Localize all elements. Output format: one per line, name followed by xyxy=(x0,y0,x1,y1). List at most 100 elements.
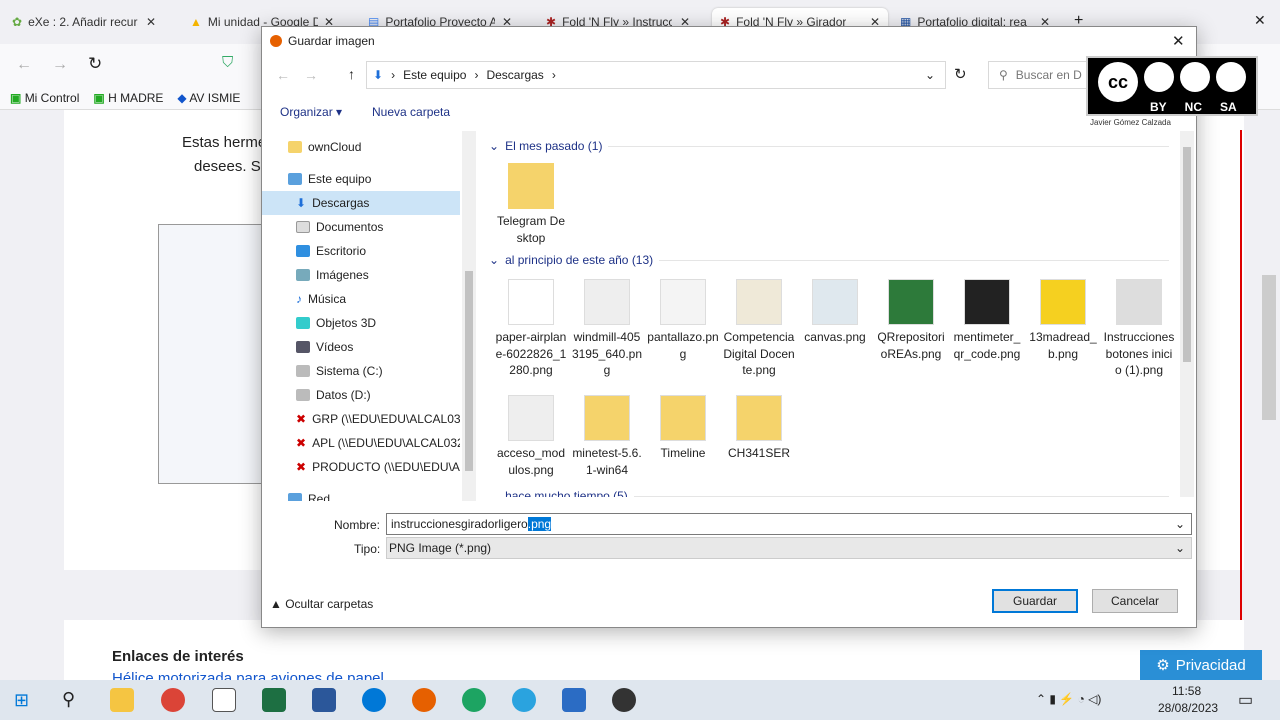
group-header[interactable]: ⌄ hace mucho tiempo (5) xyxy=(489,489,1169,497)
file-item[interactable]: Competencia Digital Docente.png xyxy=(723,279,795,379)
sidebar-item-owncloud[interactable]: ownCloud xyxy=(262,135,460,159)
firefox-icon[interactable] xyxy=(412,688,436,712)
window-close-button[interactable]: ✕ xyxy=(1254,12,1266,29)
sidebar-item-producto[interactable]: ✖PRODUCTO (\\EDU\EDU\ALCAL032) xyxy=(262,455,460,479)
page-text: desees. S xyxy=(194,158,261,175)
file-name: pantallazo.png xyxy=(647,330,719,361)
notifications-icon[interactable]: ▭ xyxy=(1238,690,1253,710)
file-item[interactable]: mentimeter_qr_code.png xyxy=(951,279,1023,362)
page-scrollbar[interactable] xyxy=(1262,275,1276,420)
sidebar-label: Imágenes xyxy=(316,268,369,282)
reload-icon[interactable]: ↻ xyxy=(88,54,102,74)
sidebar-item-imagenes[interactable]: Imágenes xyxy=(262,263,460,287)
file-item[interactable]: Timeline xyxy=(647,395,719,462)
sidebar-item-sistema-c[interactable]: Sistema (C:) xyxy=(262,359,460,383)
bookmark[interactable]: ◆ AV ISMIE xyxy=(177,91,240,105)
notepad-icon[interactable] xyxy=(212,688,236,712)
file-item[interactable]: Instrucciones botones inicio (1).png xyxy=(1103,279,1175,379)
chevron-down-icon[interactable]: ⌄ xyxy=(925,68,935,82)
tab[interactable]: ✿eXe : 2. Añadir recursos✕ xyxy=(4,8,164,36)
filename-input[interactable]: instruccionesgiradorligero .png ⌄ xyxy=(386,513,1192,535)
windows-start-icon[interactable]: ⊞ xyxy=(14,690,29,711)
address-bar[interactable]: ⬇ › Este equipo › Descargas › ⌄ xyxy=(366,61,946,89)
sidebar-item-escritorio[interactable]: Escritorio xyxy=(262,239,460,263)
hide-folders-label: Ocultar carpetas xyxy=(285,597,374,611)
clock-time[interactable]: 11:58 xyxy=(1172,684,1201,698)
image-thumbnail xyxy=(508,279,554,325)
organize-button[interactable]: Organizar ▾ xyxy=(280,105,342,119)
sidebar-item-apl[interactable]: ✖ APL (\\EDU\EDU\ALCAL032) xyxy=(262,431,460,455)
file-item[interactable]: Telegram Desktop xyxy=(495,163,567,246)
folder-icon xyxy=(584,395,630,441)
download-icon: ⬇ xyxy=(373,68,384,82)
privacy-button[interactable]: ⚙ Privacidad xyxy=(1140,650,1262,680)
clock-date[interactable]: 28/08/2023 xyxy=(1158,701,1218,715)
organize-label: Organizar xyxy=(280,105,333,119)
refresh-icon[interactable]: ↻ xyxy=(954,65,967,83)
file-item[interactable]: acceso_modulos.png xyxy=(495,395,567,478)
chevron-down-icon[interactable]: ⌄ xyxy=(1175,517,1185,531)
bookmark[interactable]: ▣ Mi Control xyxy=(10,91,79,105)
sidebar-item-documentos[interactable]: Documentos xyxy=(262,215,460,239)
telegram-icon[interactable] xyxy=(512,688,536,712)
up-icon[interactable]: ↑ xyxy=(348,66,355,82)
sidebar-item-musica[interactable]: ♪ Música xyxy=(262,287,460,311)
app-icon[interactable] xyxy=(612,688,636,712)
back-icon[interactable]: ← xyxy=(276,67,290,83)
hide-folders-button[interactable]: ▲ Ocultar carpetas xyxy=(270,597,373,611)
dialog-close-button[interactable]: ✕ xyxy=(1172,32,1185,50)
nav-pane-scrollbar[interactable] xyxy=(462,131,476,501)
links-heading: Enlaces de interés xyxy=(112,648,244,665)
back-icon[interactable]: ← xyxy=(16,56,32,74)
chrome-icon[interactable] xyxy=(462,688,486,712)
sidebar-item-red[interactable]: Red xyxy=(262,487,460,501)
forward-icon[interactable]: → xyxy=(304,67,318,83)
sa-label: SA xyxy=(1220,100,1237,114)
tray-icons[interactable]: ⌃ ▮ ⚡ ◔ ◁) xyxy=(1036,692,1101,706)
bookmark[interactable]: ▣ H MADRE xyxy=(93,91,163,105)
cancel-button[interactable]: Cancelar xyxy=(1092,589,1178,613)
file-item[interactable]: canvas.png xyxy=(799,279,871,346)
sidebar-label: Descargas xyxy=(312,196,370,210)
save-button[interactable]: Guardar xyxy=(992,589,1078,613)
group-header[interactable]: ⌄ al principio de este año (13) xyxy=(489,253,1169,267)
sidebar-label: Objetos 3D xyxy=(316,316,377,330)
filename-base: instruccionesgiradorligero xyxy=(391,517,528,531)
type-select[interactable]: PNG Image (*.png) ⌄ xyxy=(386,537,1192,559)
close-icon[interactable]: ✕ xyxy=(146,15,156,29)
excel-icon[interactable] xyxy=(262,688,286,712)
sidebar-item-descargas[interactable]: ⬇ Descargas xyxy=(262,191,460,215)
search-input[interactable]: ⚲ Buscar en D xyxy=(988,61,1098,89)
file-item[interactable]: QRrepositorioREAs.png xyxy=(875,279,947,362)
file-item[interactable]: minetest-5.6.1-win64 xyxy=(571,395,643,478)
link[interactable]: Hélice motorizada para aviones de papel xyxy=(112,670,384,680)
app-icon[interactable] xyxy=(362,688,386,712)
taskbar: ⊞ ⚲ ⌃ ▮ ⚡ ◔ ◁) 11:58 28/08/2023 ▭ xyxy=(0,680,1280,720)
sidebar-item-este-equipo[interactable]: Este equipo xyxy=(262,167,460,191)
sidebar-item-datos-d[interactable]: Datos (D:) xyxy=(262,383,460,407)
bookmark-label: Mi Control xyxy=(24,90,80,105)
document-icon[interactable] xyxy=(562,688,586,712)
file-item[interactable]: windmill-4053195_640.png xyxy=(571,279,643,379)
sidebar-item-videos[interactable]: Vídeos xyxy=(262,335,460,359)
forward-icon[interactable]: → xyxy=(52,56,68,74)
file-list-scrollbar[interactable] xyxy=(1180,131,1194,497)
new-folder-button[interactable]: Nueva carpeta xyxy=(372,105,450,119)
breadcrumb-item[interactable]: Este equipo xyxy=(403,68,466,82)
search-icon[interactable]: ⚲ xyxy=(62,689,75,710)
file-explorer-icon[interactable] xyxy=(110,688,134,712)
chrome-icon[interactable] xyxy=(161,688,185,712)
sidebar-item-objetos-3d[interactable]: Objetos 3D xyxy=(262,311,460,335)
group-header[interactable]: ⌄ El mes pasado (1) xyxy=(489,139,1169,153)
sidebar-label: Red xyxy=(308,492,331,501)
file-item[interactable]: paper-airplane-6022826_1280.png xyxy=(495,279,567,379)
file-item[interactable]: pantallazo.png xyxy=(647,279,719,362)
red-line xyxy=(1240,130,1242,650)
cc-license-badge: cc BY NC SA xyxy=(1086,56,1258,116)
word-icon[interactable] xyxy=(312,688,336,712)
filename-label: Nombre: xyxy=(334,518,381,532)
breadcrumb-item[interactable]: Descargas xyxy=(486,68,543,82)
file-item[interactable]: CH341SER xyxy=(723,395,795,462)
file-item[interactable]: 13madread_b.png xyxy=(1027,279,1099,362)
sidebar-item-grp[interactable]: ✖ GRP (\\EDU\EDU\ALCAL032) xyxy=(262,407,460,431)
